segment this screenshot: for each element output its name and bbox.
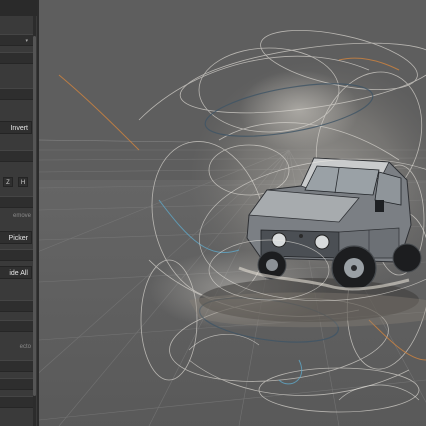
input-field-3[interactable] <box>0 150 34 162</box>
input-field-8[interactable] <box>0 360 34 372</box>
input-field-7[interactable] <box>0 320 34 332</box>
axis-button-z[interactable]: Z <box>3 177 13 187</box>
remove-label[interactable]: emove <box>0 213 34 219</box>
chevron-down-icon: ▾ <box>25 38 28 44</box>
vector-label: ecto <box>19 344 31 350</box>
hide-all-button[interactable]: ide All <box>0 266 32 279</box>
dropdown-field[interactable]: ▾ <box>0 34 34 46</box>
tool-panel: ▾ Invert Z H emove Picker ide All ecto <box>0 0 39 426</box>
invert-button[interactable]: Invert <box>0 121 32 134</box>
input-field-2[interactable] <box>0 88 34 100</box>
input-field-9[interactable] <box>0 378 34 390</box>
input-field-4[interactable] <box>0 196 34 208</box>
scrollbar-thumb[interactable] <box>33 36 36 396</box>
picker-button[interactable]: Picker <box>0 231 32 244</box>
panel-header <box>0 0 37 16</box>
panel-scrollbar[interactable] <box>33 16 36 426</box>
canvas-viewport[interactable] <box>39 0 426 426</box>
axis-button-h[interactable]: H <box>18 177 28 187</box>
input-field-10[interactable] <box>0 396 34 408</box>
viewport-scene <box>39 0 426 426</box>
input-field-6[interactable] <box>0 300 34 312</box>
input-field-5[interactable] <box>0 249 34 261</box>
input-field-1[interactable] <box>0 52 34 64</box>
